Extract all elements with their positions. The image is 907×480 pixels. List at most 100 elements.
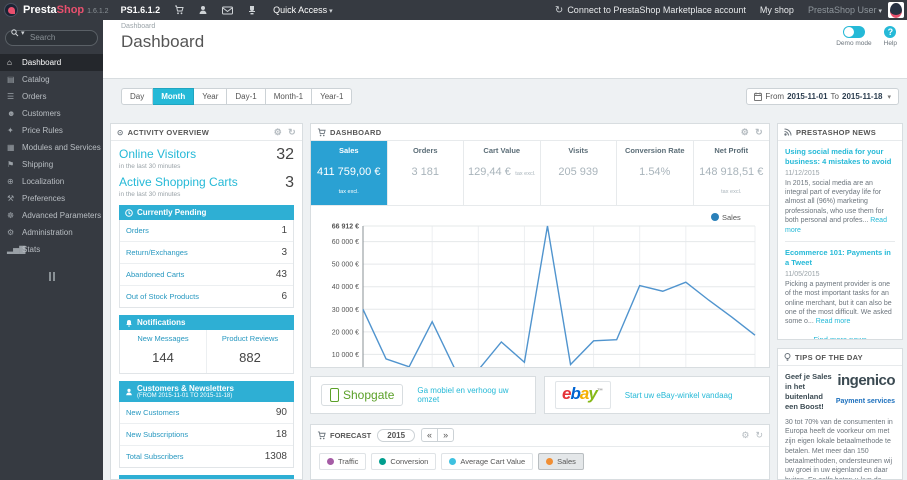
trophy-icon[interactable] <box>247 5 257 15</box>
main-header: Dashboard Dashboard Demo mode ? Help <box>103 20 907 79</box>
sidebar-item-orders[interactable]: ☰ Orders <box>0 88 103 105</box>
pending-row-returns[interactable]: Return/Exchanges 3 <box>120 242 293 264</box>
svg-text:50 000 €: 50 000 € <box>332 262 359 269</box>
panel-settings-icon[interactable]: ⚙ <box>741 430 749 441</box>
forecast-year[interactable]: 2015 <box>377 428 416 442</box>
range-day[interactable]: Day <box>121 88 154 105</box>
news-article-title[interactable]: Using social media for your business: 4 … <box>785 147 895 167</box>
customer-icon[interactable] <box>198 5 208 15</box>
news-article-excerpt: Picking a payment provider is one of the… <box>785 280 892 326</box>
metric-conversion[interactable]: Conversion <box>371 453 437 470</box>
sidebar-item-stats[interactable]: ▂▅▇ Stats <box>0 241 103 258</box>
new-subscriptions-row[interactable]: New Subscriptions 18 <box>120 424 293 446</box>
range-month-1[interactable]: Month-1 <box>265 88 313 105</box>
kpi-sales[interactable]: Sales 411 759,00 € tax excl. <box>311 141 388 205</box>
date-range-picker[interactable]: From 2015-11-01 To 2015-11-18 ▾ <box>746 88 899 105</box>
pending-row-out-of-stock[interactable]: Out of Stock Products 6 <box>120 286 293 307</box>
panel-settings-icon[interactable]: ⚙ <box>274 127 282 138</box>
forecast-prev-button[interactable]: « <box>421 428 438 442</box>
svg-text:Sales: Sales <box>722 213 741 222</box>
brand: PrestaShop <box>23 4 85 16</box>
active-carts-link[interactable]: Active Shopping Carts <box>119 175 238 189</box>
sidebar-item-catalog[interactable]: ▤ Catalog <box>0 71 103 88</box>
ebay-link[interactable]: Start uw eBay-winkel vandaag <box>625 391 733 400</box>
kpi-visits[interactable]: Visits 205 939 <box>541 141 617 205</box>
user-avatar[interactable] <box>888 2 904 18</box>
dashboard-panel: DASHBOARD ⚙ ↻ Sales 411 759,00 € tax excl.… <box>310 123 770 368</box>
prestashop-logo[interactable] <box>4 3 18 17</box>
product-reviews-cell[interactable]: Product Reviews 882 <box>206 330 293 373</box>
active-carts-value: 3 <box>285 174 294 191</box>
kpi-cart-value[interactable]: Cart Value 129,44 € tax excl. <box>464 141 541 205</box>
forecast-next-button[interactable]: » <box>437 428 455 442</box>
sidebar-item-advanced-parameters[interactable]: ☸ Advanced Parameters <box>0 207 103 224</box>
sidebar-item-dashboard[interactable]: ⌂ Dashboard <box>0 53 103 71</box>
localization-icon: ⊕ <box>7 176 14 186</box>
date-range-buttons: Day Month Year Day-1 Month-1 Year-1 <box>121 88 353 105</box>
sales-chart[interactable]: 11/1/201511/4/201511/6/201511/8/201511/1… <box>317 210 763 368</box>
range-year[interactable]: Year <box>194 88 228 105</box>
shopgate-link[interactable]: Ga mobiel en verhoog uw omzet <box>417 386 525 404</box>
online-visitors-link[interactable]: Online Visitors <box>119 147 196 161</box>
pending-row-abandoned-carts[interactable]: Abandoned Carts 43 <box>120 264 293 286</box>
metric-sales[interactable]: Sales <box>538 453 584 470</box>
range-month[interactable]: Month <box>153 88 195 105</box>
tip-body: 30 tot 70% van de consumenten in Europa … <box>785 418 893 480</box>
sidebar-item-localization[interactable]: ⊕ Localization <box>0 173 103 190</box>
sidebar-collapse-handle[interactable] <box>47 271 57 281</box>
kpi-orders[interactable]: Orders 3 181 <box>388 141 464 205</box>
panel-settings-icon[interactable]: ⚙ <box>741 127 749 138</box>
forecast-metric-toggles: Traffic Conversion Average Cart Value Sa… <box>311 447 769 476</box>
ebay-logo: ebay™ <box>555 381 611 409</box>
range-year-1[interactable]: Year-1 <box>312 88 353 105</box>
kpi-net-profit[interactable]: Net Profit 148 918,51 € tax excl. <box>694 141 770 205</box>
marketplace-link[interactable]: ↻ Connect to PrestaShop Marketplace accou… <box>555 5 746 16</box>
sidebar-item-administration[interactable]: ⚙ Administration <box>0 224 103 241</box>
panel-refresh-icon[interactable]: ↻ <box>288 127 296 138</box>
quick-access-menu[interactable]: Quick Access ▾ <box>273 5 333 15</box>
range-day-1[interactable]: Day-1 <box>227 88 266 105</box>
ebay-banner[interactable]: ebay™ Start uw eBay-winkel vandaag <box>544 376 770 414</box>
find-more-news-link[interactable]: Find more news <box>785 335 895 339</box>
clock-icon <box>125 208 133 217</box>
lightbulb-icon <box>784 352 791 362</box>
svg-text:40 000 €: 40 000 € <box>332 284 359 291</box>
kpi-row: Sales 411 759,00 € tax excl. Orders 3 181 … <box>311 141 769 206</box>
pending-row-orders[interactable]: Orders 1 <box>120 220 293 242</box>
svg-text:20 000 €: 20 000 € <box>332 329 359 336</box>
sidebar-item-preferences[interactable]: ⚒ Preferences <box>0 190 103 207</box>
panel-refresh-icon[interactable]: ↻ <box>755 127 763 138</box>
metric-traffic[interactable]: Traffic <box>319 453 367 470</box>
cart-icon <box>317 430 326 439</box>
new-messages-cell[interactable]: New Messages 144 <box>120 330 206 373</box>
currently-pending-header: Currently Pending <box>119 205 294 220</box>
sidebar: ▾ ⌂Dashboard ▤Catalog ☰Orders ☻Customers… <box>0 20 103 480</box>
sidebar-item-price-rules[interactable]: ✦ Price Rules <box>0 122 103 139</box>
sidebar-item-modules[interactable]: ▦ Modules and Services <box>0 139 103 156</box>
total-subscribers-row[interactable]: Total Subscribers 1308 <box>120 446 293 467</box>
search-icon[interactable]: ▾ <box>11 29 25 37</box>
cart-icon[interactable] <box>174 5 184 15</box>
shopgate-logo: Shopgate <box>321 384 404 406</box>
news-article-title[interactable]: Ecommerce 101: Payments in a Tweet <box>785 248 895 268</box>
shipping-icon: ⚑ <box>7 159 15 169</box>
panel-refresh-icon[interactable]: ↻ <box>755 430 763 441</box>
activity-overview-panel: ⊙ ACTIVITY OVERVIEW ⚙ ↻ Online Visitors 32… <box>110 123 303 480</box>
customers-newsletters-header: Customers & Newsletters (FROM 2015-11-01 … <box>119 381 294 402</box>
messages-icon[interactable] <box>222 6 234 15</box>
user-menu[interactable]: PrestaShop User ▾ <box>808 5 882 15</box>
my-shop-link[interactable]: My shop <box>760 5 794 15</box>
customers-icon: ☻ <box>7 108 16 118</box>
prestashop-admin: PrestaShop 1.6.1.2 PS1.6.1.2 Quick Acces… <box>0 0 907 480</box>
shopgate-banner[interactable]: Shopgate Ga mobiel en verhoog uw omzet <box>310 376 536 414</box>
help-icon[interactable]: ? <box>884 26 897 38</box>
new-customers-row[interactable]: New Customers 90 <box>120 402 293 424</box>
demo-mode-control: Demo mode <box>836 26 872 47</box>
sidebar-item-shipping[interactable]: ⚑ Shipping <box>0 156 103 173</box>
read-more-link[interactable]: Read more <box>816 318 851 325</box>
metric-average-cart-value[interactable]: Average Cart Value <box>441 453 534 470</box>
demo-mode-toggle[interactable] <box>842 26 865 38</box>
kpi-conversion-rate[interactable]: Conversion Rate 1.54% <box>617 141 694 205</box>
bell-icon <box>126 319 132 327</box>
sidebar-item-customers[interactable]: ☻ Customers <box>0 105 103 122</box>
